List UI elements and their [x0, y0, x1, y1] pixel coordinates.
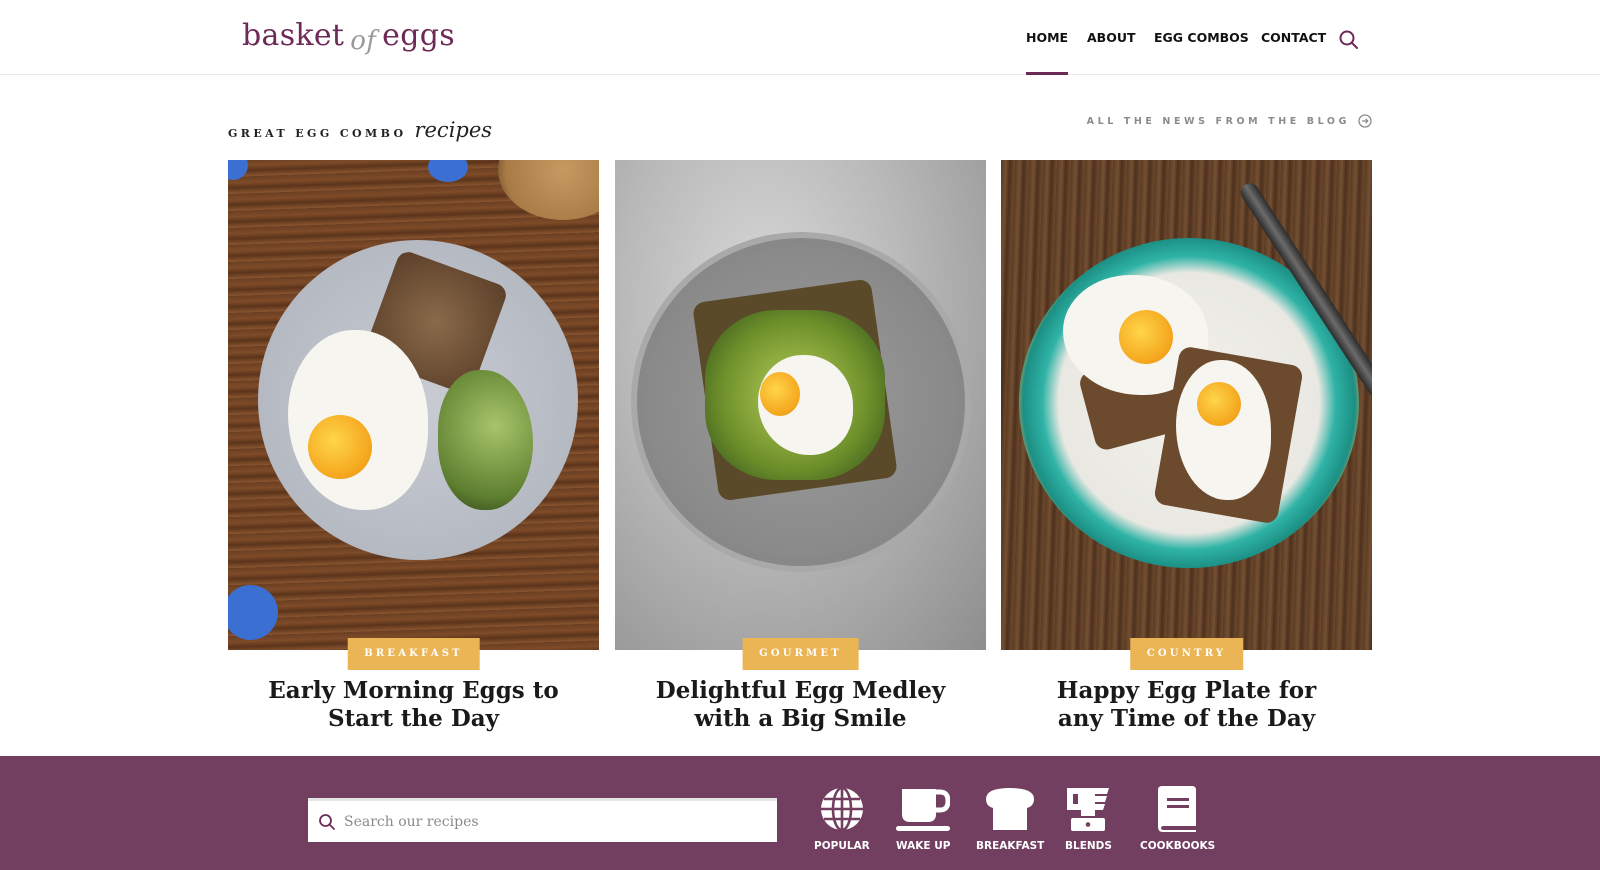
recipe-title-line-1: Early Morning Eggs to [268, 677, 559, 704]
logo-word-eggs: eggs [382, 18, 455, 53]
category-badge[interactable]: COUNTRY [1129, 638, 1244, 670]
category-cookbooks[interactable]: COOKBOOKS [1140, 786, 1215, 852]
logo-word-basket: basket [242, 18, 345, 53]
recipe-search-bar [0, 756, 1600, 870]
recipe-card: BREAKFAST Early Morning Eggs to Start th… [228, 160, 599, 732]
book-icon [1157, 786, 1196, 832]
category-blends[interactable]: BLENDS [1065, 786, 1112, 852]
recipe-title-line-1: Delightful Egg Medley [655, 677, 946, 704]
category-breakfast[interactable]: BREAKFAST [976, 786, 1044, 852]
section-heading: GREAT EGG COMBO recipes [228, 118, 492, 142]
recipe-title[interactable]: Delightful Egg Medley with a Big Smile [615, 677, 986, 733]
bread-icon [986, 788, 1035, 830]
recipe-title-line-1: Happy Egg Plate for [1056, 677, 1317, 704]
recipe-photo-egg-toast[interactable] [615, 160, 986, 650]
category-badge[interactable]: BREAKFAST [347, 638, 480, 670]
nav-about[interactable]: ABOUT [1087, 30, 1136, 75]
section-heading-script: recipes [414, 118, 493, 142]
category-label: POPULAR [814, 840, 870, 852]
nav-egg-combos[interactable]: EGG COMBOS [1154, 30, 1249, 75]
category-popular[interactable]: POPULAR [814, 786, 870, 852]
category-wake-up[interactable]: WAKE UP [896, 786, 950, 852]
category-label: WAKE UP [896, 840, 951, 852]
recipe-photo-eggs-avocado[interactable] [228, 160, 599, 650]
recipe-photo-egg-plate[interactable] [1001, 160, 1372, 650]
site-logo[interactable]: basket of eggs [242, 18, 455, 56]
recipe-card: COUNTRY Happy Egg Plate for any Time of … [1001, 160, 1372, 732]
section-heading-caps: GREAT EGG COMBO [228, 127, 407, 140]
blog-link-label: ALL THE NEWS FROM THE BLOG [1086, 115, 1350, 127]
globe-icon [820, 786, 863, 832]
logo-word-of: of [350, 26, 377, 56]
nav-contact[interactable]: CONTACT [1261, 30, 1326, 75]
recipe-title[interactable]: Happy Egg Plate for any Time of the Day [1001, 677, 1372, 733]
blog-link[interactable]: ALL THE NEWS FROM THE BLOG [1087, 114, 1372, 128]
category-label: COOKBOOKS [1140, 840, 1216, 852]
category-badge[interactable]: GOURMET [742, 638, 859, 670]
arrow-circle-right-icon [1358, 114, 1372, 128]
search-icon [318, 813, 336, 831]
recipe-title-line-2: with a Big Smile [694, 705, 907, 732]
recipe-search-input[interactable] [344, 813, 764, 830]
recipe-search-field[interactable] [308, 798, 777, 842]
search-icon[interactable] [1338, 29, 1360, 51]
coffee-cup-icon [896, 789, 951, 831]
site-header: basket of eggs HOME ABOUT EGG COMBOS CONTA… [0, 0, 1600, 75]
nav-home[interactable]: HOME [1026, 30, 1069, 75]
category-label: BLENDS [1065, 840, 1112, 852]
blender-icon [1067, 788, 1110, 831]
recipe-title-line-2: any Time of the Day [1057, 705, 1316, 732]
recipe-title-line-2: Start the Day [327, 705, 500, 732]
recipe-title[interactable]: Early Morning Eggs to Start the Day [228, 677, 599, 733]
recipe-card: GOURMET Delightful Egg Medley with a Big… [615, 160, 986, 732]
category-label: BREAKFAST [976, 840, 1045, 852]
